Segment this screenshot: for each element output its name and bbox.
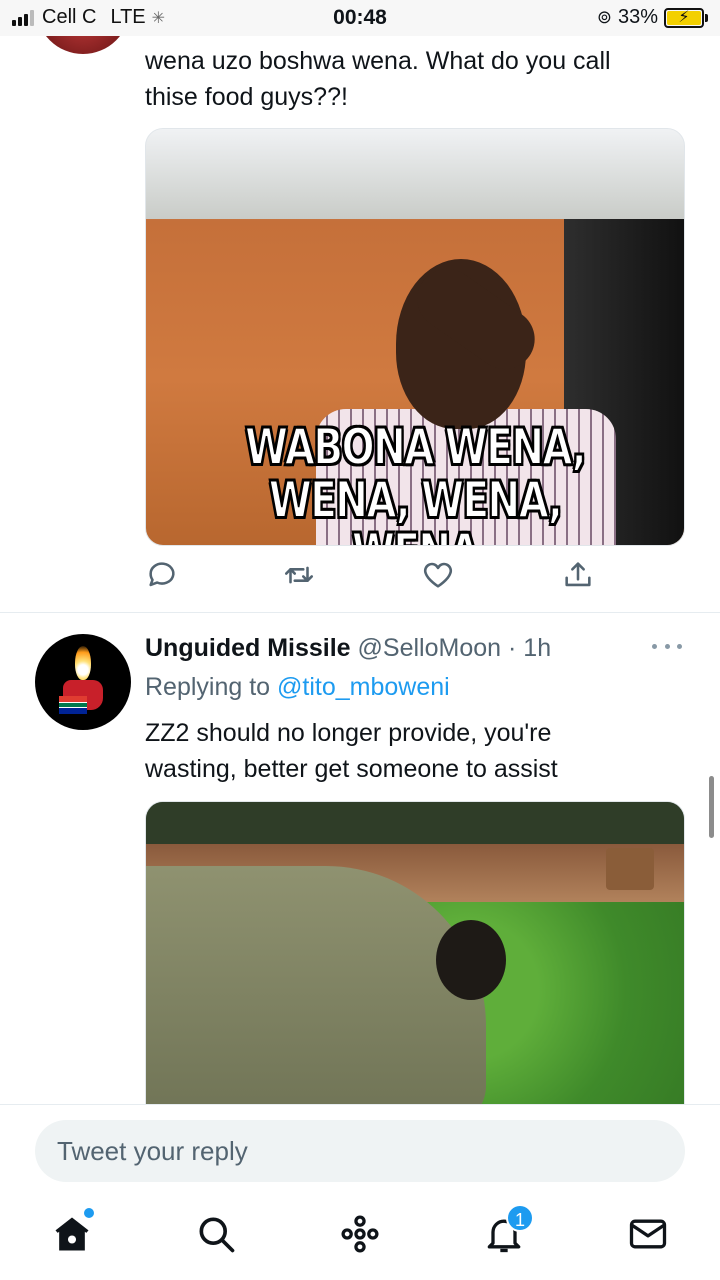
tweet-text: ZZ2 should no longer provide, you're was… <box>145 715 695 787</box>
tweet-text-line: wena uzo boshwa wena. What do you call <box>145 47 611 75</box>
mail-icon[interactable] <box>626 1212 670 1256</box>
more-options-icon[interactable] <box>652 636 682 656</box>
tweet-text: wena uzo boshwa wena. What do you call t… <box>145 43 695 115</box>
status-bar: Cell C LTE ✳ 00:48 ⊚ 33% ⚡ <box>0 0 720 36</box>
avatar[interactable] <box>35 634 131 730</box>
status-right: ⊚ 33% ⚡ <box>597 6 708 29</box>
replying-to: Replying to @tito_mboweni <box>145 669 450 705</box>
mention-link[interactable]: @tito_mboweni <box>277 673 450 701</box>
tweet-actions <box>145 558 605 594</box>
divider <box>0 612 720 613</box>
battery-percent: 33% <box>617 6 658 28</box>
reply-input[interactable] <box>35 1120 685 1182</box>
home-icon[interactable] <box>50 1208 94 1256</box>
search-icon[interactable] <box>194 1212 238 1256</box>
share-icon[interactable] <box>561 558 595 592</box>
tweet-text-line: wasting, better get someone to assist <box>145 755 558 783</box>
retweet-icon[interactable] <box>282 558 316 592</box>
tweet-text-line: thise food guys??! <box>145 83 348 111</box>
spaces-icon[interactable] <box>338 1212 382 1256</box>
tweet-media-image[interactable]: WABONA WENA, WENA, WENA, WENA <box>145 128 685 546</box>
meme-caption: WABONA WENA, <box>244 418 587 476</box>
tweet-time: · 1h <box>508 634 552 662</box>
bell-icon[interactable]: 1 <box>482 1204 534 1256</box>
replying-to-label: Replying to <box>145 673 278 701</box>
display-name[interactable]: Unguided Missile <box>145 634 351 662</box>
orientation-lock-icon: ⊚ <box>596 7 612 27</box>
tweet-media-image[interactable] <box>145 801 685 1121</box>
tweet-header: Unguided Missile @SelloMoon · 1h <box>145 631 551 665</box>
reply-bar <box>0 1104 720 1198</box>
user-handle[interactable]: @SelloMoon <box>358 634 502 662</box>
notification-badge: 1 <box>506 1204 534 1232</box>
heart-icon[interactable] <box>421 558 455 592</box>
bottom-nav: 1 <box>0 1198 720 1280</box>
scrollbar[interactable] <box>709 776 714 838</box>
meme-caption: WENA, WENA, WENA <box>268 471 564 545</box>
home-unread-dot <box>84 1208 94 1218</box>
tweet-text-line: ZZ2 should no longer provide, you're <box>145 719 552 747</box>
battery-icon: ⚡ <box>664 7 704 28</box>
comment-icon[interactable] <box>145 558 179 592</box>
